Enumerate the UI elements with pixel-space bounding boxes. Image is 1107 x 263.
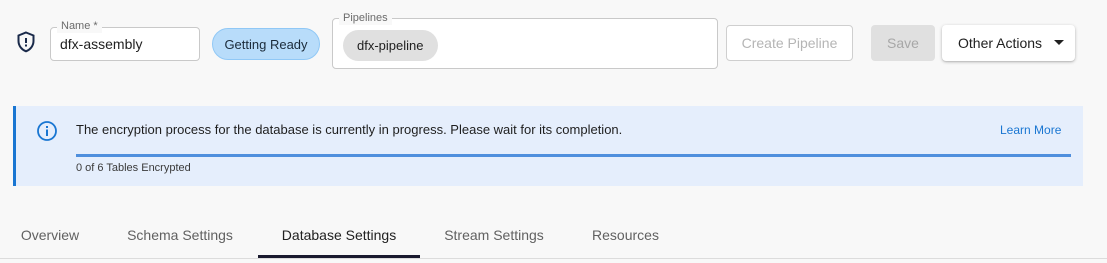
- active-tab-indicator: [258, 255, 420, 258]
- alert-message: The encryption process for the database …: [76, 122, 623, 137]
- pipelines-field-label: Pipelines: [339, 11, 392, 25]
- tabs-divider: [0, 258, 1107, 259]
- learn-more-link[interactable]: Learn More: [1000, 123, 1061, 137]
- tab-schema-settings[interactable]: Schema Settings: [100, 213, 260, 257]
- caret-down-icon: [1054, 40, 1064, 45]
- shield-icon: [17, 31, 35, 53]
- tab-stream-settings[interactable]: Stream Settings: [418, 213, 570, 257]
- name-field[interactable]: Name *: [50, 19, 200, 61]
- tab-database-settings[interactable]: Database Settings: [258, 213, 420, 257]
- encryption-progress-bar: [76, 154, 1071, 157]
- create-pipeline-button[interactable]: Create Pipeline: [726, 25, 853, 61]
- name-input[interactable]: [60, 36, 190, 52]
- name-field-label: Name *: [57, 19, 102, 33]
- info-icon: [37, 121, 57, 141]
- encryption-progress-fill: [76, 154, 1071, 157]
- other-actions-label: Other Actions: [958, 35, 1043, 51]
- other-actions-button[interactable]: Other Actions: [942, 25, 1075, 61]
- tab-resources[interactable]: Resources: [568, 213, 683, 257]
- tab-overview[interactable]: Overview: [0, 213, 100, 257]
- status-badge: Getting Ready: [212, 28, 320, 60]
- pipelines-field[interactable]: Pipelines dfx-pipeline: [332, 11, 718, 69]
- progress-label: 0 of 6 Tables Encrypted: [76, 162, 191, 174]
- encryption-alert: The encryption process for the database …: [13, 106, 1083, 186]
- save-button[interactable]: Save: [871, 25, 935, 61]
- pipeline-chip[interactable]: dfx-pipeline: [343, 30, 438, 61]
